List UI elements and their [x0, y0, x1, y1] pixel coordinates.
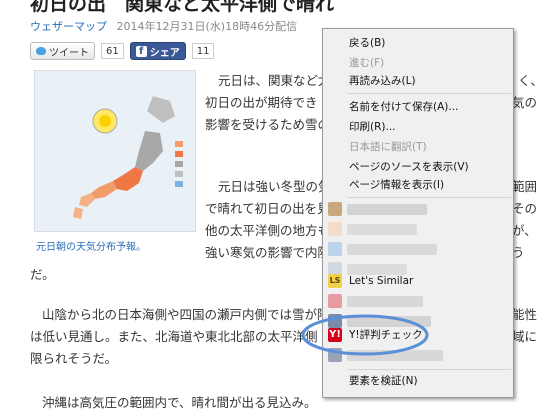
para3-line1: 山陰から北の日本海側や四国の瀬戸内側では雪が降 — [42, 307, 330, 322]
para1-line2: 初日の出が期待でき — [205, 95, 318, 110]
share-label: シェア — [149, 47, 180, 59]
menu-item-forward[interactable]: 進む(F) — [323, 53, 513, 73]
para1-right1: く、 — [518, 73, 540, 88]
menu-label: ページ情報を表示(I) — [349, 179, 445, 191]
menu-label: ページのソースを表示(V) — [349, 161, 469, 173]
menu-label: 印刷(R)... — [349, 121, 396, 133]
menu-label: 要素を検証(N) — [349, 375, 418, 387]
blurred-label — [347, 204, 427, 215]
menu-label: 再読み込み(L) — [349, 75, 416, 87]
menu-item-reload[interactable]: 再読み込み(L) — [323, 71, 513, 91]
article-meta: ウェザーマップ 2014年12月31日(水)18時46分配信 — [30, 18, 297, 34]
para3-line2: は低い見通し。また、北海道や東北北部の太平洋側 — [30, 329, 318, 344]
extension-icon — [328, 202, 342, 216]
extension-icon — [328, 222, 342, 236]
para2-right1: 範囲 — [512, 179, 538, 194]
para3-line3: 限られそうだ。 — [30, 351, 118, 366]
share-count: 11 — [191, 43, 215, 59]
para4-line1: 沖縄は高気圧の範囲内で、晴れ間が出る見込み。 — [42, 395, 317, 410]
para2-line1: 元日は強い冬型の気 — [218, 179, 331, 194]
menu-label: 進む(F) — [349, 57, 385, 69]
menu-item-save-as[interactable]: 名前を付けて保存(A)... — [323, 97, 513, 117]
para2-line2: で晴れて初日の出を見 — [205, 201, 330, 216]
para1-line1: 元日は、関東など太 — [218, 73, 331, 88]
blurred-label — [347, 224, 417, 235]
menu-separator — [347, 369, 511, 370]
menu-label: 日本語に翻訳(T) — [349, 141, 427, 153]
para2-right3: が、 — [512, 223, 537, 238]
twitter-bird-icon — [36, 47, 46, 55]
menu-item-extension-1[interactable] — [323, 199, 513, 219]
blurred-label — [347, 296, 423, 307]
menu-item-lets-similar[interactable]: LS Let's Similar — [323, 271, 513, 291]
menu-separator — [347, 93, 511, 94]
menu-label: Let's Similar — [349, 275, 414, 287]
article-headline: 初日の出 関東など太平洋側で晴れ — [30, 0, 335, 15]
social-buttons: ツイート 61 f シェア 11 — [30, 42, 215, 60]
highlight-ellipse — [301, 314, 429, 356]
menu-item-extension-2[interactable] — [323, 219, 513, 239]
menu-item-inspect[interactable]: 要素を検証(N) — [323, 371, 513, 391]
menu-label: 名前を付けて保存(A)... — [349, 101, 459, 113]
blurred-label — [347, 244, 437, 255]
weather-map-image[interactable] — [34, 70, 196, 232]
para2-end: だ。 — [30, 267, 55, 282]
para1-right2: 気の — [512, 95, 538, 110]
extension-icon — [328, 294, 342, 308]
menu-item-print[interactable]: 印刷(R)... — [323, 117, 513, 137]
map-caption: 元日朝の天気分布予報。 — [36, 242, 146, 253]
tweet-label: ツイート — [49, 47, 89, 59]
para1-line3: 影響を受けるため雪の — [205, 117, 331, 132]
para2-line3: 他の太平洋側の地方も — [205, 223, 331, 238]
menu-item-page-info[interactable]: ページ情報を表示(I) — [323, 175, 513, 195]
menu-separator — [347, 197, 511, 198]
tweet-count: 61 — [101, 43, 124, 59]
menu-item-extension-3[interactable] — [323, 239, 513, 259]
japan-map-graphic — [35, 71, 195, 231]
para3-right2: 域に — [512, 329, 538, 344]
para2-right2: その — [512, 201, 538, 216]
extension-icon — [328, 242, 342, 256]
menu-label: 戻る(B) — [349, 37, 386, 49]
lets-similar-icon: LS — [328, 274, 342, 288]
facebook-share-button[interactable]: f シェア — [129, 42, 186, 60]
article-date: 2014年12月31日(水)18時46分配信 — [116, 20, 298, 33]
menu-item-back[interactable]: 戻る(B) — [323, 33, 513, 53]
para2-line4: 強い寒気の影響で内陸 — [205, 245, 331, 260]
menu-item-view-source[interactable]: ページのソースを表示(V) — [323, 157, 513, 177]
menu-item-translate[interactable]: 日本語に翻訳(T) — [323, 137, 513, 157]
menu-item-extension-5[interactable] — [323, 291, 513, 311]
para3-right1: 能性 — [512, 307, 538, 322]
tweet-button[interactable]: ツイート — [30, 42, 95, 60]
article-source-link[interactable]: ウェザーマップ — [30, 20, 107, 33]
facebook-icon: f — [135, 45, 147, 57]
